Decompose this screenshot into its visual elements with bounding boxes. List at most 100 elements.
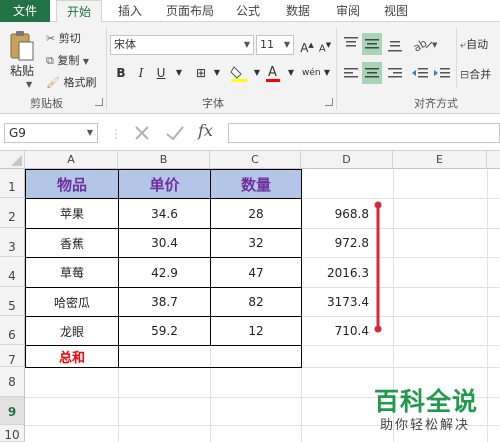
column-header-d[interactable]: D: [301, 151, 393, 169]
font-name-dropdown-icon[interactable]: ▼: [244, 36, 250, 54]
watermark-logo: 百科全说 助你轻松解决: [368, 382, 498, 440]
table-cell[interactable]: 28: [211, 199, 301, 228]
name-box-value: G9: [9, 126, 26, 140]
font-size-value: 11: [260, 38, 274, 51]
italic-button[interactable]: I: [132, 63, 150, 83]
name-box[interactable]: G9 ▼: [4, 123, 98, 143]
fill-color-icon[interactable]: [230, 63, 248, 83]
ribbon-tab-bar: 文件 开始 插入 页面布局 公式 数据 审阅 视图: [0, 0, 500, 23]
watermark-subtitle: 助你轻松解决: [380, 418, 471, 433]
table-cell[interactable]: 82: [211, 288, 301, 316]
table-cell[interactable]: 59.2: [119, 317, 210, 345]
wrap-text-label: 自动: [466, 38, 489, 51]
increase-font-size-icon[interactable]: A▲: [298, 35, 316, 55]
underline-dropdown-icon[interactable]: ▼: [170, 63, 188, 83]
enter-icon[interactable]: [164, 121, 186, 145]
table-cell[interactable]: 32: [211, 229, 301, 257]
column-header-f[interactable]: [487, 151, 500, 169]
merge-icon: ⊟: [460, 68, 470, 81]
table-border: [25, 287, 302, 288]
row-header[interactable]: 5: [0, 287, 25, 316]
table-header-cell[interactable]: 数量: [211, 170, 301, 198]
align-bottom-icon[interactable]: [386, 35, 404, 53]
tab-view[interactable]: 视图: [376, 0, 416, 22]
font-color-dropdown-icon[interactable]: ▼: [282, 63, 300, 83]
table-cell[interactable]: 草莓: [26, 258, 118, 287]
sum-value-cell[interactable]: [119, 346, 301, 367]
align-right-icon[interactable]: [386, 63, 404, 83]
decrease-indent-icon[interactable]: [410, 63, 430, 83]
align-left-icon[interactable]: [342, 63, 360, 83]
merge-center-button[interactable]: ⊟合并: [460, 66, 491, 82]
copy-button[interactable]: ⧉ 复制 ▼: [46, 52, 89, 68]
font-color-icon[interactable]: A: [264, 63, 282, 83]
tab-formulas[interactable]: 公式: [228, 0, 268, 22]
tab-file[interactable]: 文件: [0, 0, 50, 22]
insert-function-button[interactable]: fx: [198, 121, 213, 140]
wrap-text-button[interactable]: ⤶自动: [460, 36, 488, 52]
group-divider: [106, 28, 107, 110]
format-painter-button[interactable]: 🖌 格式刷: [46, 74, 96, 90]
table-cell[interactable]: 12: [211, 317, 301, 345]
borders-dropdown-icon[interactable]: ▼: [208, 63, 226, 83]
decrease-font-size-icon[interactable]: A▼: [316, 35, 334, 55]
row-header[interactable]: 6: [0, 316, 25, 345]
tab-page-layout[interactable]: 页面布局: [160, 0, 220, 22]
cut-button[interactable]: ✂ 剪切: [46, 30, 81, 46]
sum-label-cell[interactable]: 总和: [26, 346, 118, 367]
table-cell[interactable]: 42.9: [119, 258, 210, 287]
underline-button[interactable]: U: [152, 63, 170, 83]
paste-dropdown-icon[interactable]: ▼: [26, 80, 32, 89]
cancel-icon[interactable]: [132, 121, 152, 145]
paste-button[interactable]: 粘贴: [10, 62, 34, 79]
row-header[interactable]: 2: [0, 198, 25, 228]
orientation-icon[interactable]: ab ▼: [411, 35, 438, 54]
row-header-selected[interactable]: 9: [0, 397, 25, 425]
font-name-select[interactable]: 宋体 ▼: [110, 35, 254, 55]
tab-review[interactable]: 审阅: [328, 0, 368, 22]
watermark-title: 百科全说: [374, 387, 479, 416]
row-header[interactable]: 3: [0, 228, 25, 257]
column-header-a[interactable]: A: [25, 151, 118, 169]
red-bracket-annotation: [370, 199, 386, 335]
table-cell[interactable]: 龙眼: [26, 317, 118, 345]
column-header-b[interactable]: B: [118, 151, 210, 169]
bold-button[interactable]: B: [112, 63, 130, 83]
table-header-cell[interactable]: 物品: [26, 170, 118, 198]
font-size-dropdown-icon[interactable]: ▼: [284, 36, 290, 54]
table-cell[interactable]: 哈密瓜: [26, 288, 118, 316]
align-center-icon[interactable]: [362, 62, 382, 84]
table-cell[interactable]: 34.6: [119, 199, 210, 228]
table-header-cell[interactable]: 单价: [119, 170, 210, 198]
row-header[interactable]: 7: [0, 345, 25, 367]
select-all-corner[interactable]: [0, 151, 25, 169]
clipboard-launcher-icon[interactable]: [95, 98, 103, 106]
column-header-c[interactable]: C: [210, 151, 301, 169]
name-box-dropdown-icon[interactable]: ▼: [87, 124, 93, 142]
formula-input[interactable]: [228, 123, 500, 143]
tab-insert[interactable]: 插入: [108, 0, 152, 22]
font-size-select[interactable]: 11 ▼: [256, 35, 294, 55]
row-header[interactable]: 8: [0, 367, 25, 397]
align-top-icon[interactable]: [342, 35, 360, 53]
row-header[interactable]: 4: [0, 257, 25, 287]
phonetic-dropdown-icon[interactable]: ▼: [318, 63, 336, 83]
paste-icon[interactable]: [8, 30, 36, 62]
table-cell[interactable]: 38.7: [119, 288, 210, 316]
table-cell[interactable]: 47: [211, 258, 301, 287]
copy-dropdown-icon[interactable]: ▼: [83, 57, 89, 66]
increase-indent-icon[interactable]: [432, 63, 452, 83]
brush-icon: 🖌: [46, 76, 60, 89]
table-cell[interactable]: 苹果: [26, 199, 118, 228]
table-border: [25, 169, 302, 170]
tab-data[interactable]: 数据: [276, 0, 320, 22]
copy-label: 复制: [57, 54, 80, 67]
table-cell[interactable]: 30.4: [119, 229, 210, 257]
column-header-e[interactable]: E: [393, 151, 487, 169]
table-cell[interactable]: 香蕉: [26, 229, 118, 257]
tab-home[interactable]: 开始: [56, 0, 102, 23]
row-header[interactable]: 1: [0, 169, 25, 198]
font-launcher-icon[interactable]: [325, 98, 333, 106]
row-header[interactable]: 10: [0, 425, 25, 442]
align-middle-icon[interactable]: [362, 33, 382, 55]
